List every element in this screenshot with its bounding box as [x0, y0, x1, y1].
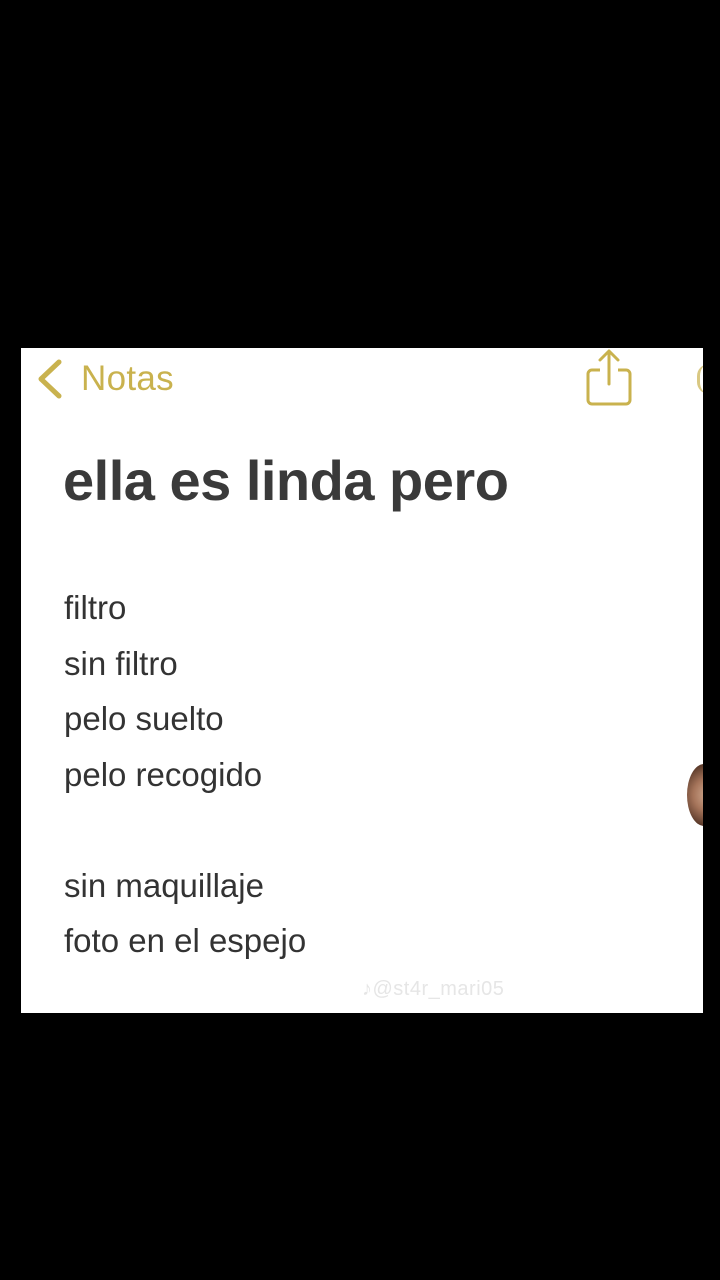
back-button[interactable]: Notas — [35, 356, 174, 402]
note-line: sin maquillaje — [64, 866, 264, 904]
blank-line — [64, 802, 306, 858]
note-line: sin filtro — [64, 644, 178, 682]
note-line: filtro — [64, 589, 127, 626]
note-title[interactable]: ella es linda pero — [63, 448, 509, 513]
partial-toolbar-icon — [697, 364, 703, 394]
note-line: pelo suelto — [64, 700, 224, 737]
note-card: Notas ella es linda pero filtro sin filt… — [21, 348, 703, 1013]
note-line: pelo recogido — [64, 755, 263, 793]
watermark: ♪@st4r_mari05 — [362, 978, 505, 1000]
screen: Notas ella es linda pero filtro sin filt… — [0, 0, 720, 1280]
share-button[interactable] — [584, 348, 634, 406]
back-label: Notas — [81, 359, 174, 398]
note-line: foto en el espejo — [64, 922, 307, 959]
share-icon — [584, 348, 634, 406]
note-body[interactable]: filtro sin filtro pelo suelto pelo recog… — [64, 580, 306, 969]
chevron-left-icon — [35, 358, 65, 400]
nav-bar: Notas — [21, 348, 703, 410]
partial-photo — [687, 764, 703, 826]
